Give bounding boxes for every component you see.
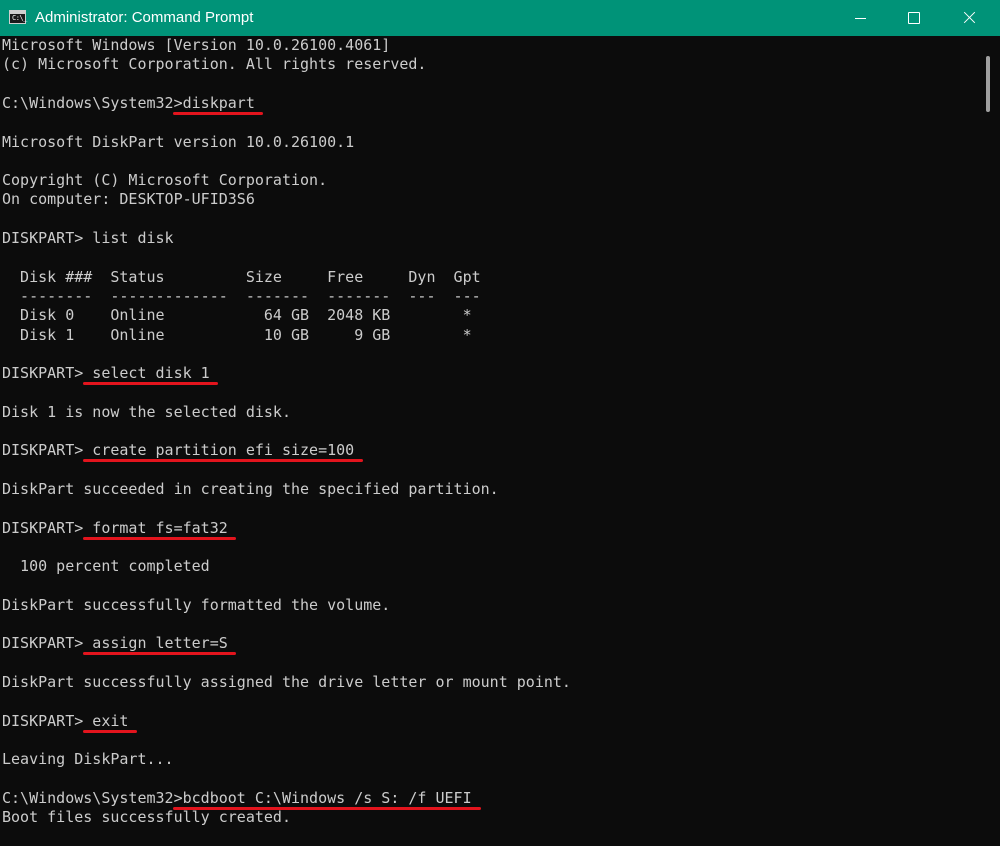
- command-underline: [82, 459, 363, 463]
- console-line: DiskPart succeeded in creating the speci…: [2, 479, 499, 498]
- console-line: DISKPART> format fs=fat32: [2, 518, 228, 537]
- window-title: Administrator: Command Prompt: [35, 9, 254, 26]
- title-bar[interactable]: C:\_ Administrator: Command Prompt: [0, 0, 1000, 36]
- console-line: Microsoft Windows [Version 10.0.26100.40…: [2, 36, 391, 54]
- close-button[interactable]: [946, 0, 992, 36]
- console-line: DISKPART> create partition efi size=100: [2, 441, 355, 460]
- console-line: On computer: DESKTOP-UFID3S6: [2, 190, 255, 209]
- command-underline: [173, 806, 481, 810]
- console-line: (c) Microsoft Corporation. All rights re…: [2, 55, 427, 74]
- cmd-icon[interactable]: C:\_: [9, 10, 27, 24]
- command-underline: [82, 536, 237, 540]
- maximize-button[interactable]: [890, 0, 936, 36]
- console-line: Disk 1 Online 10 GB 9 GB *: [2, 325, 472, 344]
- cmd-icon-label: C:\_: [12, 14, 27, 22]
- vertical-scrollbar[interactable]: [975, 36, 1000, 846]
- console-line: Disk 0 Online 64 GB 2048 KB *: [2, 306, 472, 325]
- console-line: C:\Windows\System32>bcdboot C:\Windows /…: [2, 788, 472, 807]
- console-line: -------- ------------- ------- ------- -…: [2, 286, 481, 305]
- console-line: 100 percent completed: [2, 557, 210, 576]
- console-output[interactable]: Microsoft Windows [Version 10.0.26100.40…: [2, 36, 972, 846]
- console-line: Disk 1 is now the selected disk.: [2, 402, 291, 421]
- console-line: DiskPart successfully formatted the volu…: [2, 595, 391, 614]
- command-underline: [82, 652, 237, 656]
- console-line: Leaving DiskPart...: [2, 750, 174, 769]
- scrollbar-thumb[interactable]: [986, 56, 990, 112]
- command-underline: [82, 729, 137, 733]
- console-line: DISKPART> assign letter=S: [2, 634, 228, 653]
- console-line: DiskPart successfully assigned the drive…: [2, 672, 571, 691]
- command-underline: [173, 111, 264, 115]
- command-underline: [82, 382, 219, 386]
- console-line: DISKPART> list disk: [2, 229, 174, 247]
- console-line: C:\Windows\System32>diskpart: [2, 93, 255, 112]
- minimize-button[interactable]: [838, 0, 884, 36]
- console-line: DISKPART> exit: [2, 711, 129, 730]
- console-line: Disk ### Status Size Free Dyn Gpt: [2, 267, 481, 286]
- console-line: Copyright (C) Microsoft Corporation.: [2, 171, 328, 190]
- command-prompt-window: C:\_ Administrator: Command Prompt Micro…: [0, 0, 1000, 846]
- console-line: DISKPART> select disk 1: [2, 364, 210, 383]
- console-line: Boot files successfully created.: [2, 808, 291, 826]
- console-line: Microsoft DiskPart version 10.0.26100.1: [2, 132, 355, 151]
